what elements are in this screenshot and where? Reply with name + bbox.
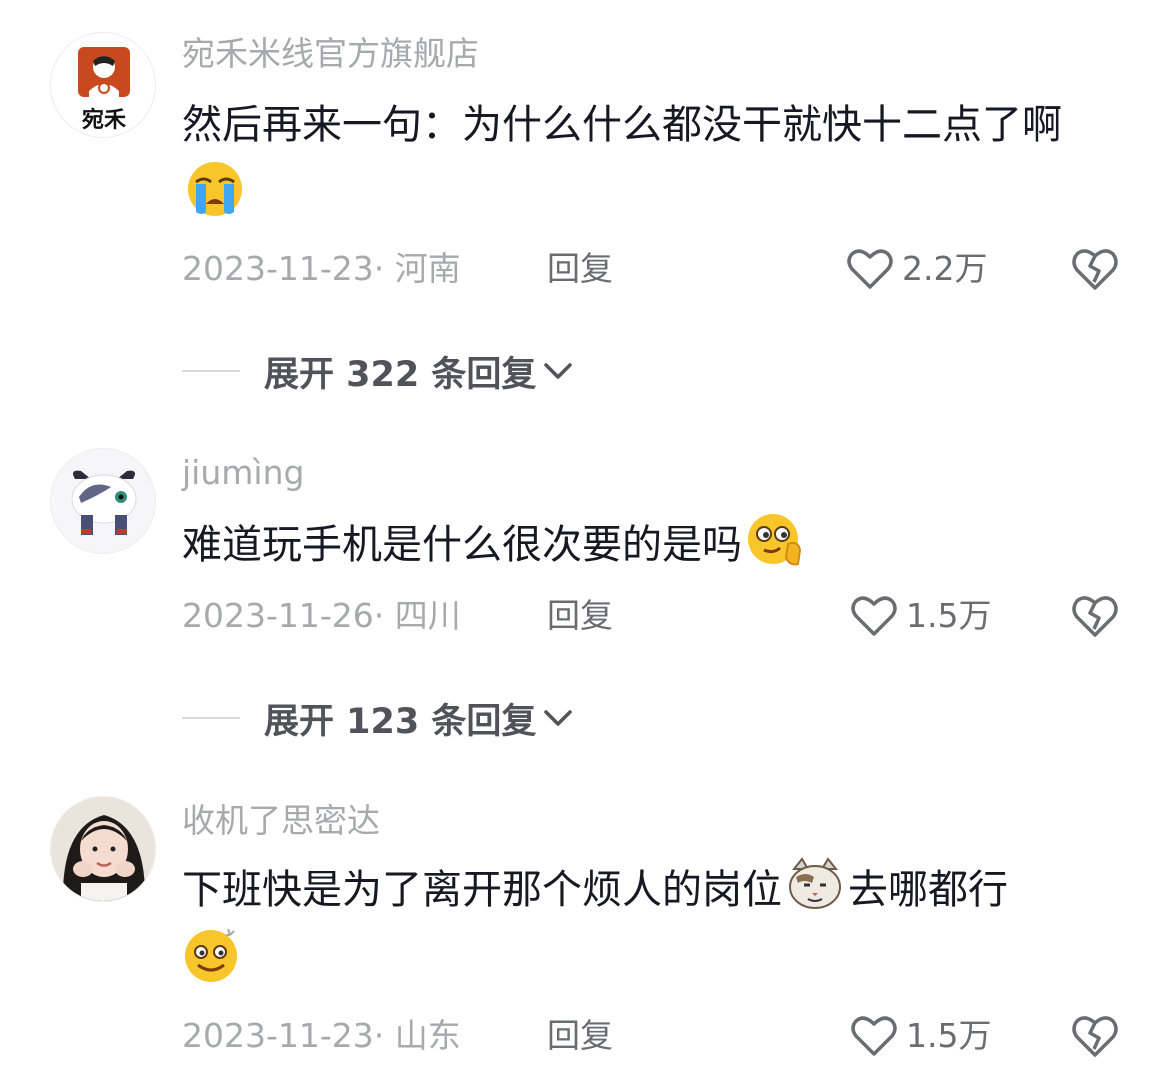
thinking-face-emoji [746,510,804,568]
comment-meta: 2023-11-26· 四川 回复 1.5万 [182,591,1142,641]
svg-text:宛禾: 宛禾 [81,107,126,133]
chevron-down-icon [544,710,573,726]
broken-heart-icon [1072,596,1118,637]
reply-button[interactable]: 回复 [547,1011,613,1061]
username[interactable]: 宛禾米线官方旗舰店 [182,34,479,74]
like-count: 2.2万 [902,249,988,288]
broken-heart-icon [1072,249,1118,290]
expand-replies-label: 展开 123 条回复 [264,701,537,742]
expand-replies-button[interactable]: 展开 123 条回复 [182,693,574,743]
avatar[interactable] [50,796,156,902]
comment-text-tail: 去哪都行 [848,867,1008,913]
smug-cat-emoji [786,855,844,913]
dislike-button[interactable] [1070,244,1120,294]
heart-outline-icon [851,596,897,636]
like-button[interactable]: 1.5万 [850,591,991,641]
date-location: 2023-11-23· 山东 [182,1016,461,1055]
like-button[interactable]: 2.2万 [846,244,987,294]
heart-outline-icon [851,1016,897,1056]
broken-heart-icon [1072,1016,1118,1057]
brand-logo-avatar-icon: 宛禾 [51,33,155,137]
anime-character-avatar-icon [51,449,155,553]
comment-text-body: 下班快是为了离开那个烦人的岗位 [182,867,782,913]
dislike-button[interactable] [1070,1011,1120,1061]
comment-text-body: 然后再来一句：为什么什么都没干就快十二点了啊 [182,102,1062,148]
chevron-down-icon [544,363,573,379]
like-button[interactable]: 1.5万 [850,1011,991,1061]
comment-text: 下班快是为了离开那个烦人的岗位 去哪都行 [182,855,1117,995]
reply-button[interactable]: 回复 [547,244,613,294]
username[interactable]: 收机了思密达 [182,801,380,841]
comment-meta: 2023-11-23· 河南 回复 2.2万 [182,244,1142,294]
divider-line [182,717,240,719]
heart-outline-icon [847,249,893,289]
expand-replies-label: 展开 322 条回复 [264,354,537,395]
username[interactable]: jiumìng [182,453,304,493]
reply-button[interactable]: 回复 [547,591,613,641]
avatar[interactable] [50,448,156,554]
like-count: 1.5万 [906,1016,992,1055]
date-location: 2023-11-23· 河南 [182,249,461,288]
comment-text: 然后再来一句：为什么什么都没干就快十二点了啊 [182,90,1117,230]
dizzy-smile-emoji [182,925,240,983]
user-photo-avatar-icon [51,797,155,901]
date-location: 2023-11-26· 四川 [182,596,461,635]
comment-meta: 2023-11-23· 山东 回复 1.5万 [182,1011,1142,1061]
crying-face-emoji [186,160,244,218]
dislike-button[interactable] [1070,591,1120,641]
divider-line [182,370,240,372]
expand-replies-button[interactable]: 展开 322 条回复 [182,346,574,396]
avatar[interactable]: 宛禾 [50,32,156,138]
like-count: 1.5万 [906,596,992,635]
comment-text: 难道玩手机是什么很次要的是吗 [182,510,1117,580]
comment-text-body: 难道玩手机是什么很次要的是吗 [182,522,742,568]
